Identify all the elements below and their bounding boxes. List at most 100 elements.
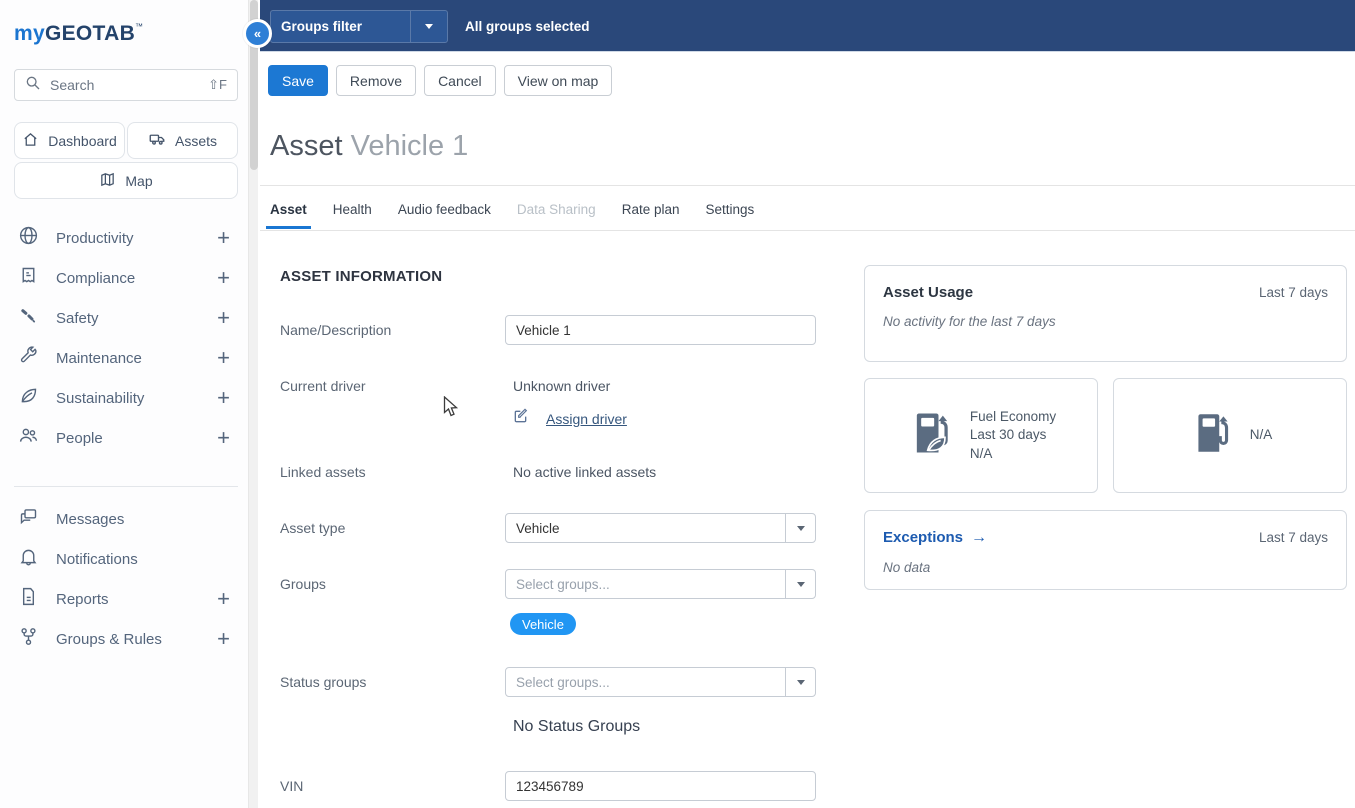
chevron-down-icon[interactable] bbox=[785, 570, 815, 598]
remove-button[interactable]: Remove bbox=[335, 65, 417, 96]
plus-icon[interactable]: + bbox=[217, 227, 230, 249]
assets-label: Assets bbox=[174, 132, 217, 149]
sidebar-collapse-button[interactable]: « bbox=[243, 19, 272, 48]
asset-type-select[interactable]: Vehicle bbox=[505, 513, 816, 543]
save-button[interactable]: Save bbox=[268, 65, 328, 96]
top-bar: Groups filter All groups selected bbox=[260, 0, 1355, 52]
sidebar-item-messages[interactable]: Messages bbox=[0, 499, 248, 539]
asset-usage-card: Asset Usage Last 7 days No activity for … bbox=[864, 265, 1347, 362]
sidebar-item-productivity[interactable]: Productivity + bbox=[0, 218, 248, 258]
hierarchy-icon bbox=[18, 626, 39, 652]
view-on-map-button[interactable]: View on map bbox=[503, 65, 613, 96]
fuel-fillups-card[interactable]: N/A bbox=[1113, 378, 1347, 493]
status-groups-select[interactable]: Select groups... bbox=[505, 667, 816, 697]
name-description-input[interactable] bbox=[505, 315, 816, 345]
exceptions-period: Last 7 days bbox=[1258, 530, 1328, 545]
fuel-economy-text: Fuel Economy Last 30 days N/A bbox=[970, 408, 1056, 463]
search-placeholder: Search bbox=[50, 77, 95, 93]
fuel-fillups-value: N/A bbox=[1249, 427, 1273, 443]
sidebar-item-sustainability[interactable]: Sustainability + bbox=[0, 378, 248, 418]
group-chip-vehicle[interactable]: Vehicle bbox=[510, 613, 576, 635]
exceptions-card: Exceptions → Last 7 days No data bbox=[864, 510, 1347, 590]
current-driver-value: Unknown driver bbox=[513, 378, 611, 394]
plus-icon[interactable]: + bbox=[217, 307, 230, 329]
page-title-prefix: Asset bbox=[270, 130, 343, 162]
fuel-economy-card[interactable]: Fuel Economy Last 30 days N/A bbox=[864, 378, 1098, 493]
chevron-down-icon[interactable] bbox=[785, 668, 815, 696]
sidebar-item-notifications[interactable]: Notifications bbox=[0, 539, 248, 579]
sidebar-item-assets[interactable]: Assets bbox=[127, 122, 238, 159]
sidebar-primary-menu: Productivity + Compliance + Safety + Mai… bbox=[0, 218, 248, 458]
tab-settings[interactable]: Settings bbox=[706, 202, 755, 229]
tab-health[interactable]: Health bbox=[333, 202, 372, 229]
arrow-right-icon[interactable]: → bbox=[971, 529, 987, 547]
plus-icon[interactable]: + bbox=[217, 427, 230, 449]
asset-type-value: Vehicle bbox=[516, 520, 560, 536]
groups-selection-status: All groups selected bbox=[465, 18, 590, 34]
chevrons-left-icon: « bbox=[253, 26, 262, 41]
seatbelt-icon bbox=[18, 305, 39, 331]
groups-filter-label: Groups filter bbox=[281, 19, 363, 34]
sidebar-item-safety[interactable]: Safety + bbox=[0, 298, 248, 338]
sidebar-item-dashboard[interactable]: Dashboard bbox=[14, 122, 125, 159]
tab-audio-feedback[interactable]: Audio feedback bbox=[398, 202, 491, 229]
linked-assets-value: No active linked assets bbox=[513, 464, 657, 480]
groups-label: Groups bbox=[280, 576, 326, 592]
search-icon bbox=[25, 75, 41, 96]
sidebar-item-map[interactable]: Map bbox=[14, 162, 238, 199]
tab-rate-plan[interactable]: Rate plan bbox=[622, 202, 680, 229]
logo-geotab: GEOTAB bbox=[44, 22, 136, 45]
asset-usage-title: Asset Usage bbox=[883, 284, 974, 301]
sidebar: myGEOTAB™ Search ⇧F Dashboard Assets Map… bbox=[0, 0, 258, 808]
plus-icon[interactable]: + bbox=[217, 387, 230, 409]
status-groups-placeholder: Select groups... bbox=[516, 674, 610, 690]
sidebar-item-compliance[interactable]: Compliance + bbox=[0, 258, 248, 298]
people-label: People bbox=[56, 429, 103, 447]
plus-icon[interactable]: + bbox=[217, 347, 230, 369]
sidebar-item-reports[interactable]: Reports + bbox=[0, 579, 248, 619]
page-title: Asset Vehicle 1 bbox=[270, 130, 468, 163]
plus-icon[interactable]: + bbox=[217, 628, 230, 650]
no-status-groups-text: No Status Groups bbox=[513, 718, 641, 735]
plus-icon[interactable]: + bbox=[217, 267, 230, 289]
sidebar-scrollbar[interactable] bbox=[248, 0, 258, 808]
section-title-asset-information: ASSET INFORMATION bbox=[280, 268, 443, 285]
people-icon bbox=[18, 425, 39, 451]
vin-input[interactable] bbox=[505, 771, 816, 801]
sidebar-divider bbox=[14, 486, 238, 487]
search-input[interactable]: Search ⇧F bbox=[14, 69, 238, 101]
asset-usage-header: Asset Usage Last 7 days bbox=[865, 266, 1346, 301]
vin-label: VIN bbox=[280, 778, 304, 794]
chevron-down-icon[interactable] bbox=[785, 514, 815, 542]
fuel-economy-value: N/A bbox=[969, 445, 993, 461]
sustainability-label: Sustainability bbox=[56, 389, 145, 407]
status-groups-label: Status groups bbox=[280, 674, 367, 690]
wrench-icon bbox=[18, 345, 39, 371]
compliance-label: Compliance bbox=[56, 269, 136, 287]
asset-type-label: Asset type bbox=[280, 520, 346, 536]
assign-driver-link[interactable]: Assign driver bbox=[546, 411, 627, 427]
sidebar-item-groups-rules[interactable]: Groups & Rules + bbox=[0, 619, 248, 659]
groups-filter-select[interactable]: Groups filter bbox=[270, 10, 448, 43]
mygeotab-logo: myGEOTAB™ bbox=[14, 22, 143, 46]
page-title-name: Vehicle 1 bbox=[350, 130, 469, 162]
cancel-button[interactable]: Cancel bbox=[424, 65, 496, 96]
title-divider bbox=[260, 185, 1355, 186]
groups-select[interactable]: Select groups... bbox=[505, 569, 816, 599]
fuel-pump-leaf-icon bbox=[906, 407, 958, 464]
exceptions-empty-text: No data bbox=[883, 560, 931, 575]
dashboard-label: Dashboard bbox=[48, 132, 117, 149]
home-icon bbox=[22, 131, 39, 151]
plus-icon[interactable]: + bbox=[217, 588, 230, 610]
sidebar-item-maintenance[interactable]: Maintenance + bbox=[0, 338, 248, 378]
chevron-down-icon[interactable] bbox=[411, 24, 447, 29]
sidebar-item-people[interactable]: People + bbox=[0, 418, 248, 458]
exceptions-link[interactable]: Exceptions bbox=[883, 529, 963, 546]
globe-icon bbox=[18, 225, 39, 251]
logo-trademark: ™ bbox=[135, 22, 144, 31]
current-driver-label: Current driver bbox=[280, 378, 366, 394]
name-description-label: Name/Description bbox=[280, 322, 392, 338]
tab-asset[interactable]: Asset bbox=[266, 202, 311, 229]
exceptions-header: Exceptions → Last 7 days bbox=[865, 511, 1346, 547]
search-shortcut: ⇧F bbox=[208, 77, 227, 92]
